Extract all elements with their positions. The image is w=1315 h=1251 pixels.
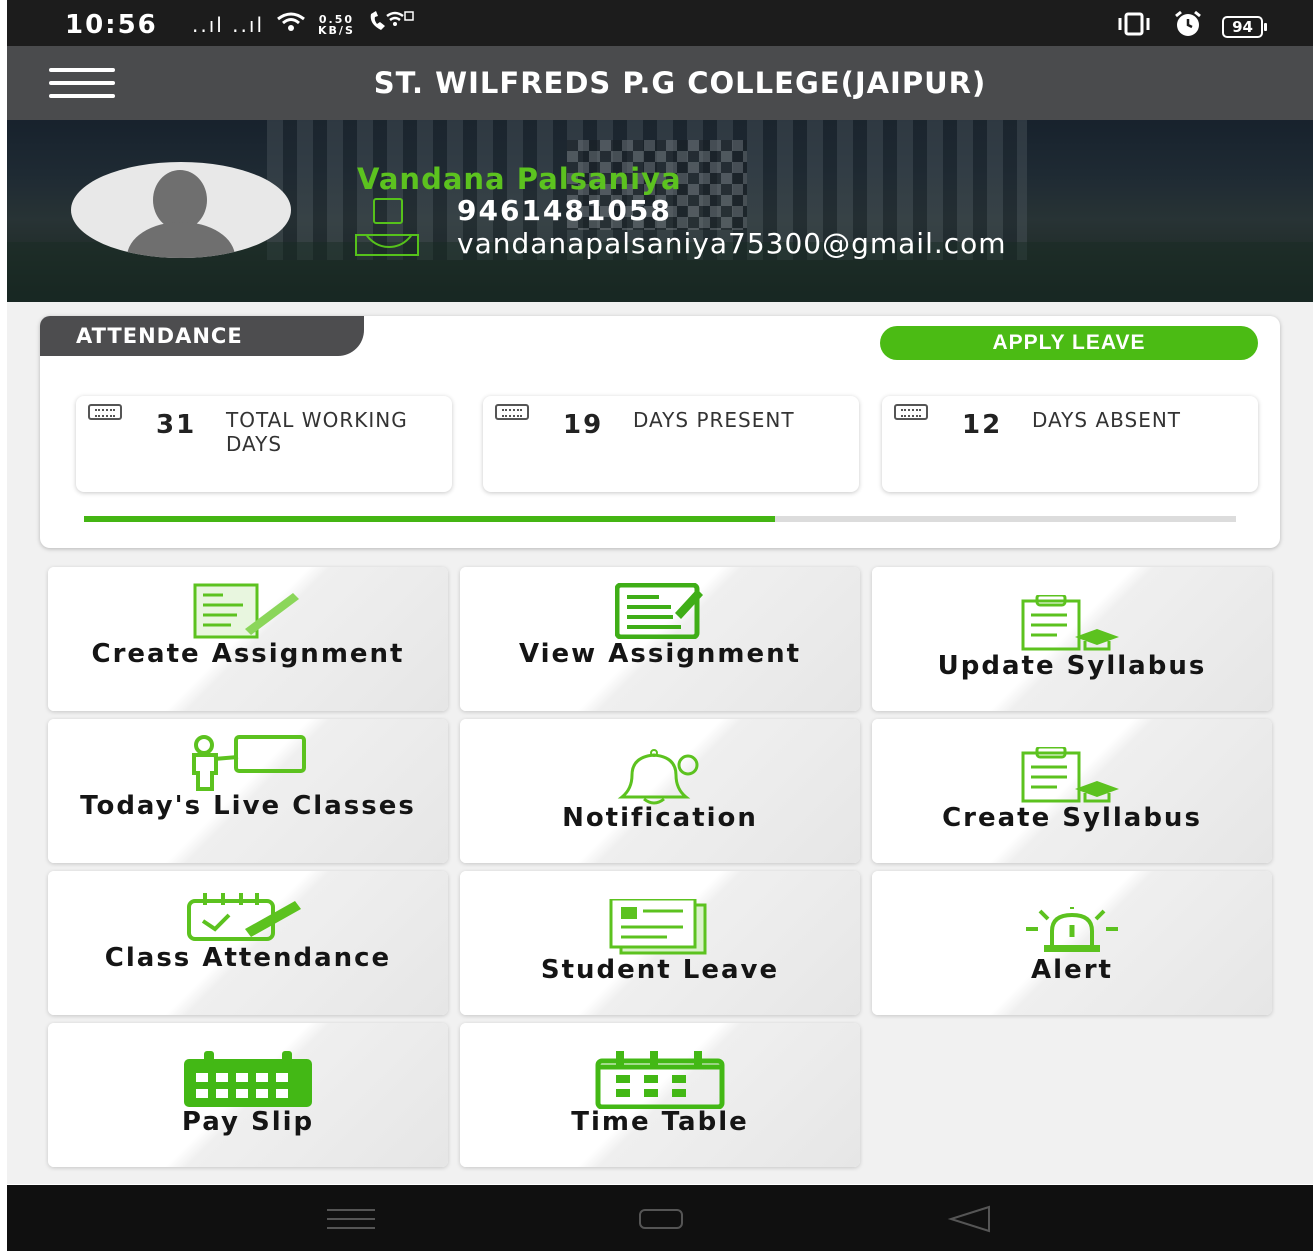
view-assignment-icon [614, 582, 705, 643]
stat-days-present: 19 DAYS PRESENT [483, 396, 859, 492]
apply-leave-button[interactable]: APPLY LEAVE [880, 326, 1258, 360]
status-bar: 10:56 ..ıl ..ıl 0.50 KB/S 94 [7, 0, 1313, 46]
phone-icon [373, 198, 403, 224]
notification-bell-icon [610, 749, 710, 809]
tile-label: Time Table [571, 1107, 749, 1137]
tile-student-leave[interactable]: Student Leave [460, 871, 860, 1015]
stat-label: DAYS ABSENT [1032, 408, 1182, 432]
tile-label: Update Syllabus [937, 651, 1207, 681]
tile-label: Pay Slip [181, 1107, 315, 1137]
stat-days-absent: 12 DAYS ABSENT [882, 396, 1258, 492]
create-syllabus-icon [1017, 745, 1127, 807]
profile-header: Vandana Palsaniya 9461481058 vandanapals… [7, 120, 1313, 302]
calendar-icon [894, 404, 928, 420]
tile-update-syllabus[interactable]: Update Syllabus [872, 567, 1272, 711]
tile-label: Create Assignment [91, 639, 405, 669]
attendance-tab: ATTENDANCE [40, 316, 364, 356]
battery-indicator: 94 [1222, 16, 1267, 38]
student-leave-icon [607, 897, 713, 959]
home-button[interactable] [639, 1209, 683, 1229]
avatar[interactable] [71, 162, 291, 258]
tile-view-assignment[interactable]: View Assignment [460, 567, 860, 711]
attendance-progress-bar [84, 516, 1236, 522]
status-icons-right: 94 [1114, 10, 1267, 44]
tile-alert[interactable]: Alert [872, 871, 1272, 1015]
tile-live-classes[interactable]: Today's Live Classes [48, 719, 448, 863]
recent-apps-button[interactable] [327, 1209, 375, 1229]
update-syllabus-icon [1017, 593, 1127, 655]
tile-label: Student Leave [540, 955, 780, 985]
tile-create-syllabus[interactable]: Create Syllabus [872, 719, 1272, 863]
profile-phone: 9461481058 [457, 194, 672, 227]
app-title: ST. WILFREDS P.G COLLEGE(JAIPUR) [373, 66, 987, 100]
status-time: 10:56 [65, 10, 158, 40]
vibrate-icon [1114, 12, 1154, 42]
tile-pay-slip[interactable]: Pay Slip [48, 1023, 448, 1167]
tile-time-table[interactable]: Time Table [460, 1023, 860, 1167]
stat-value: 12 [962, 410, 1003, 440]
net-speed: 0.50 KB/S [318, 14, 355, 36]
pay-slip-calendar-icon [182, 1051, 314, 1113]
stat-total-working-days: 31 TOTAL WORKING DAYS [76, 396, 452, 492]
tile-notification[interactable]: Notification [460, 719, 860, 863]
tile-label: View Assignment [518, 639, 802, 669]
class-attendance-icon [185, 889, 311, 947]
tile-label: Alert [1031, 955, 1113, 985]
screen-edge [0, 0, 7, 1251]
status-icons-left: ..ıl ..ıl 0.50 KB/S [192, 10, 415, 39]
stat-label: TOTAL WORKING DAYS [226, 408, 408, 456]
attendance-card: ATTENDANCE APPLY LEAVE 31 TOTAL WORKING … [40, 316, 1280, 548]
stat-value: 19 [563, 410, 604, 440]
stat-value: 31 [156, 410, 197, 440]
stat-label: DAYS PRESENT [633, 408, 795, 432]
app-bar: ST. WILFREDS P.G COLLEGE(JAIPUR) [7, 46, 1313, 120]
profile-email: vandanapalsaniya75300@gmail.com [457, 227, 1007, 260]
create-assignment-icon [193, 583, 303, 643]
tile-label: Class Attendance [104, 943, 392, 973]
tile-label: Today's Live Classes [80, 791, 416, 821]
tile-label: Create Syllabus [942, 803, 1202, 833]
profile-name: Vandana Palsaniya [357, 162, 682, 196]
alarm-icon [1172, 10, 1204, 44]
wifi-call-icon [367, 10, 415, 39]
tile-label: Notification [562, 803, 758, 833]
attendance-progress-fill [84, 516, 776, 522]
wifi-icon [276, 11, 306, 38]
signal-icon: ..ıl ..ıl [192, 12, 265, 37]
calendar-icon [88, 404, 122, 420]
calendar-icon [495, 404, 529, 420]
mail-icon [355, 234, 419, 256]
net-speed-value: 0.50 [318, 12, 355, 26]
alert-siren-icon [1022, 907, 1122, 957]
system-nav-bar [7, 1185, 1313, 1251]
net-speed-unit: KB/S [318, 23, 355, 37]
time-table-calendar-icon [594, 1051, 726, 1113]
back-button[interactable] [947, 1205, 991, 1233]
tile-create-assignment[interactable]: Create Assignment [48, 567, 448, 711]
tile-class-attendance[interactable]: Class Attendance [48, 871, 448, 1015]
live-classes-icon [188, 735, 308, 795]
